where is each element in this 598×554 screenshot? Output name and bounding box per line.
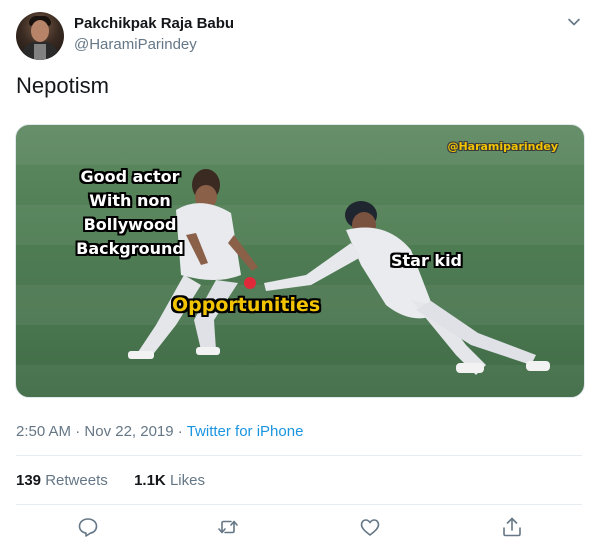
caption-star-kid: Star kid [391, 251, 463, 270]
tweet-media[interactable]: @Haramiparindey Good actor With non Boll… [15, 124, 585, 398]
divider-bottom [16, 504, 582, 505]
likes-stat[interactable]: 1.1K Likes [134, 472, 205, 489]
divider-top [16, 455, 582, 456]
tweet-time[interactable]: 2:50 AM [16, 423, 71, 440]
tweet-text: Nepotism [16, 73, 109, 98]
tweet-date[interactable]: Nov 22, 2019 [84, 423, 173, 440]
avatar-strap [34, 44, 46, 60]
tweet-meta: 2:50 AM · Nov 22, 2019 · Twitter for iPh… [16, 423, 304, 440]
avatar[interactable] [16, 12, 64, 60]
caption-good-actor: Good actor With non Bollywood Background [76, 167, 184, 258]
share-icon[interactable] [500, 515, 524, 539]
tweet-stats: 139 Retweets 1.1K Likes [16, 472, 205, 489]
avatar-face [31, 20, 49, 42]
retweets-stat[interactable]: 139 Retweets [16, 472, 108, 489]
user-name[interactable]: Pakchikpak Raja Babu [74, 15, 234, 32]
retweet-icon[interactable] [216, 515, 240, 539]
user-handle[interactable]: @HaramiParindey [74, 36, 197, 53]
caption-opportunities: Opportunities [172, 294, 321, 316]
chevron-down-icon[interactable] [566, 14, 582, 30]
tweet-source-link[interactable]: Twitter for iPhone [187, 423, 304, 440]
media-watermark: @Haramiparindey [447, 140, 558, 153]
heart-icon[interactable] [358, 515, 382, 539]
tweet-actions [0, 515, 598, 545]
reply-icon[interactable] [76, 515, 100, 539]
